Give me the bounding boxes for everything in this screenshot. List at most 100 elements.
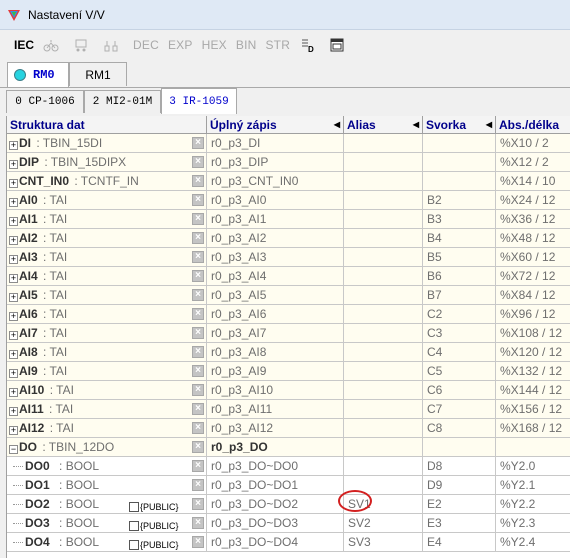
cell-structure[interactable]: DO0 : BOOL × [7, 457, 207, 476]
cell-full-name[interactable]: r0_p3_AI7 [207, 324, 344, 343]
cell-svorka[interactable]: C5 [423, 362, 496, 381]
cell-structure[interactable]: + AI8 : TAI × [7, 343, 207, 362]
cell-structure[interactable]: + AI6 : TAI × [7, 305, 207, 324]
col-header-structure[interactable]: Struktura dat [7, 116, 207, 134]
cell-abs[interactable]: %Y2.2 [496, 495, 570, 514]
cell-full-name[interactable]: r0_p3_DO~DO2 [207, 495, 344, 514]
cell-full-name[interactable]: r0_p3_AI10 [207, 381, 344, 400]
bicycle-icon[interactable] [43, 37, 59, 53]
expand-icon[interactable]: + [9, 350, 18, 359]
expand-icon[interactable]: + [9, 236, 18, 245]
cell-structure[interactable]: DO3 : BOOL {PUBLIC} × [7, 514, 207, 533]
window-icon[interactable] [329, 37, 345, 53]
str-button[interactable]: STR [265, 38, 290, 52]
col-header-alias[interactable]: Alias ◀ [344, 116, 423, 134]
expand-icon[interactable]: + [9, 407, 18, 416]
cell-alias[interactable]: SV2 [344, 514, 423, 533]
table-row[interactable]: + DI : TBIN_15DI × r0_p3_DI %X10 / 2 [7, 134, 570, 153]
cell-alias[interactable] [344, 172, 423, 191]
cell-abs[interactable]: %X96 / 12 [496, 305, 570, 324]
tab-module-0[interactable]: 0 CP-1006 [6, 90, 84, 113]
cell-svorka[interactable]: B6 [423, 267, 496, 286]
cell-abs[interactable]: %X36 / 12 [496, 210, 570, 229]
cell-structure[interactable]: + CNT_IN0 : TCNTF_IN × [7, 172, 207, 191]
table-row[interactable]: + AI12 : TAI × r0_p3_AI12 C8 %X168 / 12 [7, 419, 570, 438]
expand-icon[interactable]: + [9, 369, 18, 378]
cell-full-name[interactable]: r0_p3_AI12 [207, 419, 344, 438]
cell-structure[interactable]: + AI7 : TAI × [7, 324, 207, 343]
expand-icon[interactable]: + [9, 274, 18, 283]
cell-alias[interactable] [344, 286, 423, 305]
table-row[interactable]: DO1 : BOOL × r0_p3_DO~DO1 D9 %Y2.1 [7, 476, 570, 495]
cell-structure[interactable]: + AI1 : TAI × [7, 210, 207, 229]
cell-abs[interactable]: %Y2.4 [496, 533, 570, 552]
cell-alias[interactable] [344, 419, 423, 438]
cell-structure[interactable]: + AI4 : TAI × [7, 267, 207, 286]
cell-alias[interactable] [344, 134, 423, 153]
cell-svorka[interactable]: B4 [423, 229, 496, 248]
table-row[interactable]: + AI8 : TAI × r0_p3_AI8 C4 %X120 / 12 [7, 343, 570, 362]
cell-structure[interactable]: + AI5 : TAI × [7, 286, 207, 305]
tab-rm0[interactable]: RM0 [7, 62, 69, 87]
table-row[interactable]: + AI9 : TAI × r0_p3_AI9 C5 %X132 / 12 [7, 362, 570, 381]
cell-full-name[interactable]: r0_p3_AI3 [207, 248, 344, 267]
cell-svorka[interactable] [423, 153, 496, 172]
cell-alias[interactable] [344, 381, 423, 400]
table-row[interactable]: DO4 : BOOL {PUBLIC} × r0_p3_DO~DO4 SV3 E4 %Y2.… [7, 533, 570, 552]
disabled-close-icon[interactable]: × [192, 194, 204, 206]
table-row[interactable]: + DIP : TBIN_15DIPX × r0_p3_DIP %X12 / 2 [7, 153, 570, 172]
expand-icon[interactable]: + [9, 198, 18, 207]
expand-icon[interactable]: + [9, 426, 18, 435]
cell-full-name[interactable]: r0_p3_DO~DO1 [207, 476, 344, 495]
expand-icon[interactable]: + [9, 312, 18, 321]
expand-icon[interactable]: + [9, 331, 18, 340]
cell-svorka[interactable]: C6 [423, 381, 496, 400]
cell-abs[interactable]: %Y2.0 [496, 457, 570, 476]
disabled-close-icon[interactable]: × [192, 422, 204, 434]
expand-icon[interactable]: + [9, 160, 18, 169]
tab-module-2[interactable]: 2 MI2-01M [84, 90, 161, 113]
expand-icon[interactable]: + [9, 293, 18, 302]
cell-alias[interactable] [344, 210, 423, 229]
cell-full-name[interactable]: r0_p3_DO~DO3 [207, 514, 344, 533]
disabled-close-icon[interactable]: × [192, 536, 204, 548]
cell-full-name[interactable]: r0_p3_DIP [207, 153, 344, 172]
cell-abs[interactable]: %X48 / 12 [496, 229, 570, 248]
table-row[interactable]: + AI2 : TAI × r0_p3_AI2 B4 %X48 / 12 [7, 229, 570, 248]
cell-svorka[interactable]: C7 [423, 400, 496, 419]
cell-alias[interactable] [344, 248, 423, 267]
table-row[interactable]: − DO : TBIN_12DO × r0_p3_DO [7, 438, 570, 457]
table-row[interactable]: + CNT_IN0 : TCNTF_IN × r0_p3_CNT_IN0 %X14 / … [7, 172, 570, 191]
table-row[interactable]: + AI11 : TAI × r0_p3_AI11 C7 %X156 / 12 [7, 400, 570, 419]
disabled-close-icon[interactable]: × [192, 346, 204, 358]
cell-structure[interactable]: + DIP : TBIN_15DIPX × [7, 153, 207, 172]
cell-svorka[interactable]: D8 [423, 457, 496, 476]
public-checkbox[interactable]: {PUBLIC} [129, 536, 179, 551]
cell-svorka[interactable]: B7 [423, 286, 496, 305]
cell-full-name[interactable]: r0_p3_AI9 [207, 362, 344, 381]
table-row[interactable]: + AI5 : TAI × r0_p3_AI5 B7 %X84 / 12 [7, 286, 570, 305]
table-row[interactable]: + AI3 : TAI × r0_p3_AI3 B5 %X60 / 12 [7, 248, 570, 267]
cell-abs[interactable]: %X24 / 12 [496, 191, 570, 210]
disabled-close-icon[interactable]: × [192, 498, 204, 510]
dec-button[interactable]: DEC [133, 38, 159, 52]
cell-alias[interactable] [344, 457, 423, 476]
cell-alias[interactable]: SV3 [344, 533, 423, 552]
cell-structure[interactable]: + AI2 : TAI × [7, 229, 207, 248]
table-row[interactable]: + AI0 : TAI × r0_p3_AI0 B2 %X24 / 12 [7, 191, 570, 210]
cell-abs[interactable]: %X144 / 12 [496, 381, 570, 400]
cell-full-name[interactable]: r0_p3_AI2 [207, 229, 344, 248]
cell-abs[interactable]: %X156 / 12 [496, 400, 570, 419]
disabled-close-icon[interactable]: × [192, 479, 204, 491]
expand-icon[interactable]: + [9, 388, 18, 397]
disabled-close-icon[interactable]: × [192, 517, 204, 529]
cell-abs[interactable]: %X108 / 12 [496, 324, 570, 343]
cell-full-name[interactable]: r0_p3_DI [207, 134, 344, 153]
cell-abs[interactable]: %X72 / 12 [496, 267, 570, 286]
table-row[interactable]: + AI10 : TAI × r0_p3_AI10 C6 %X144 / 12 [7, 381, 570, 400]
disabled-close-icon[interactable]: × [192, 137, 204, 149]
table-row[interactable]: DO2 : BOOL {PUBLIC} × r0_p3_DO~DO2 SV1 E2 %Y2.… [7, 495, 570, 514]
cell-full-name[interactable]: r0_p3_DO~DO4 [207, 533, 344, 552]
cell-structure[interactable]: + AI0 : TAI × [7, 191, 207, 210]
disabled-close-icon[interactable]: × [192, 327, 204, 339]
